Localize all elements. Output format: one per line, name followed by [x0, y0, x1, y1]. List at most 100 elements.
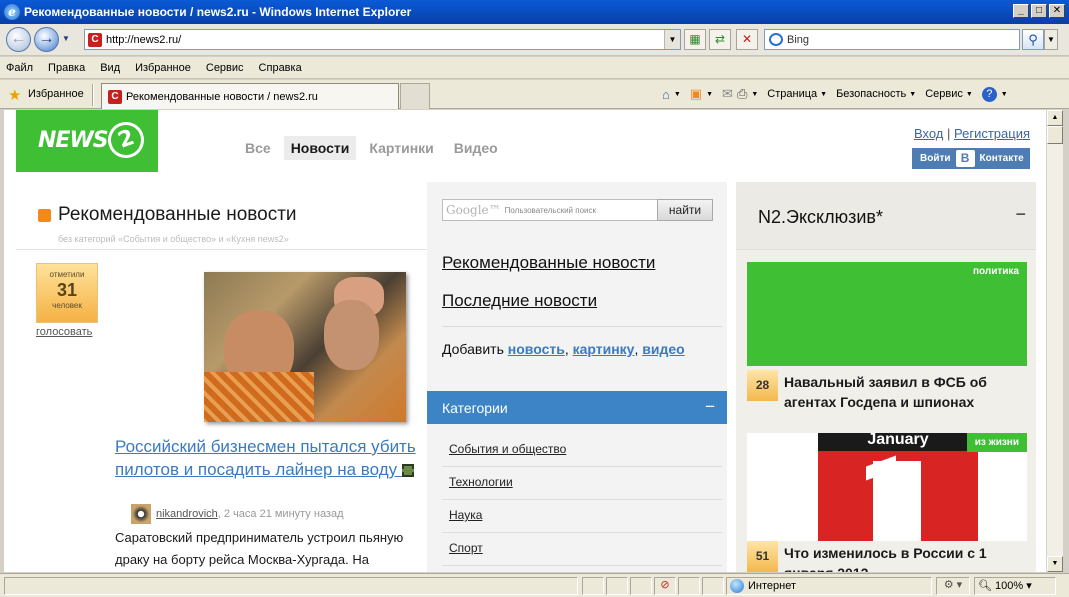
- stop-icon[interactable]: ✕: [736, 29, 758, 50]
- address-dropdown-button[interactable]: ▼: [664, 30, 680, 49]
- address-field[interactable]: С http://news2.ru/ ▼: [84, 29, 681, 50]
- recent-pages-dropdown[interactable]: ▼: [62, 34, 70, 43]
- feeds-icon[interactable]: ▣: [690, 86, 702, 102]
- popup-blocked-icon[interactable]: ⊘: [654, 577, 676, 595]
- search-options-dropdown[interactable]: ▼: [1044, 29, 1058, 50]
- print-icon[interactable]: ⎙: [737, 86, 747, 102]
- register-link[interactable]: Регистрация: [954, 126, 1030, 141]
- middle-column: Google™ Пользовательский поиск найти Рек…: [427, 182, 727, 572]
- site-logo[interactable]: NEWS 2: [16, 110, 158, 172]
- menu-tools[interactable]: Сервис: [206, 62, 244, 74]
- photo-detail: [324, 300, 379, 370]
- safety-menu-dropdown[interactable]: ▼: [909, 91, 916, 98]
- home-icon[interactable]: ⌂: [662, 87, 670, 102]
- refresh-icon[interactable]: ⇄: [709, 29, 731, 50]
- rss-icon[interactable]: [38, 208, 51, 222]
- author-avatar[interactable]: [131, 504, 151, 524]
- status-cell: [630, 577, 652, 595]
- search-icon[interactable]: ⚲: [1022, 29, 1044, 50]
- vkontakte-login-button[interactable]: Войти В Контакте: [912, 148, 1030, 169]
- address-toolbar: ← → ▼ С http://news2.ru/ ▼ ▦ ⇄ ✕ Bing ⚲ …: [0, 24, 1069, 56]
- nav-news[interactable]: Новости: [283, 136, 357, 160]
- browser-tab-active[interactable]: С Рекомендованные новости / news2.ru: [101, 83, 399, 109]
- categories-header[interactable]: Категории −: [427, 391, 727, 424]
- article-title-link[interactable]: Российский бизнесмен пытался убить пилот…: [115, 435, 425, 481]
- article-photo[interactable]: [204, 272, 406, 422]
- minimize-button[interactable]: _: [1013, 4, 1029, 18]
- page-menu-dropdown[interactable]: ▼: [820, 91, 827, 98]
- menu-edit[interactable]: Правка: [48, 62, 85, 74]
- status-text-area: [4, 577, 578, 595]
- nav-pictures[interactable]: Картинки: [362, 136, 440, 160]
- tools-menu-button[interactable]: Сервис: [925, 88, 963, 100]
- status-cell: [606, 577, 628, 595]
- zone-label: Интернет: [748, 580, 796, 592]
- vote-link[interactable]: голосовать: [36, 326, 92, 338]
- category-divider: [442, 499, 722, 500]
- home-dropdown[interactable]: ▼: [674, 91, 681, 98]
- forward-button[interactable]: →: [34, 27, 59, 52]
- close-button[interactable]: ✕: [1049, 4, 1065, 18]
- print-dropdown[interactable]: ▼: [751, 91, 758, 98]
- status-cell: [582, 577, 604, 595]
- safety-menu-button[interactable]: Безопасность: [836, 88, 906, 100]
- vertical-scrollbar[interactable]: ▲ ▼: [1046, 110, 1063, 572]
- maximize-button[interactable]: □: [1031, 4, 1047, 18]
- back-button[interactable]: ←: [6, 27, 31, 52]
- zoom-dropdown[interactable]: ▾: [1026, 580, 1032, 592]
- help-dropdown[interactable]: ▼: [1001, 91, 1008, 98]
- vote-badge: отметили 31 человек: [36, 263, 98, 323]
- category-sport[interactable]: Спорт: [449, 541, 483, 555]
- exclusive-card-title[interactable]: Навальный заявил в ФСБ об агентах Госдеп…: [784, 372, 1024, 412]
- scroll-up-button[interactable]: ▲: [1047, 110, 1063, 126]
- menu-favorites[interactable]: Избранное: [135, 62, 191, 74]
- menu-view[interactable]: Вид: [100, 62, 120, 74]
- latest-news-link[interactable]: Последние новости: [442, 291, 597, 311]
- new-tab-button[interactable]: [400, 83, 430, 109]
- author-link[interactable]: nikandrovich: [156, 508, 218, 520]
- menu-file[interactable]: Файл: [6, 62, 33, 74]
- tools-menu-dropdown[interactable]: ▼: [966, 91, 973, 98]
- login-link[interactable]: Вход: [914, 126, 943, 141]
- menu-help[interactable]: Справка: [259, 62, 302, 74]
- category-science[interactable]: Наука: [449, 508, 482, 522]
- scroll-thumb[interactable]: [1047, 126, 1063, 144]
- favorites-star-icon[interactable]: ★: [8, 86, 21, 104]
- exclusive-header: N2.Эксклюзив* −: [736, 182, 1036, 250]
- add-news-link[interactable]: новость: [508, 341, 565, 357]
- menu-bar: Файл Правка Вид Избранное Сервис Справка: [0, 57, 1069, 79]
- mail-icon[interactable]: ✉: [722, 86, 733, 102]
- site-search-button[interactable]: найти: [657, 199, 713, 221]
- search-input[interactable]: Bing: [764, 29, 1020, 50]
- nav-all[interactable]: Все: [238, 136, 278, 160]
- add-picture-link[interactable]: картинку: [573, 341, 635, 357]
- exclusive-card-title[interactable]: Что изменилось в России с 1 января 2012: [784, 543, 1024, 572]
- category-tag[interactable]: из жизни: [966, 433, 1027, 452]
- collapse-icon[interactable]: −: [1015, 204, 1026, 225]
- compatibility-view-icon[interactable]: ▦: [684, 29, 706, 50]
- security-zone: Интернет: [730, 579, 796, 593]
- exclusive-card-image[interactable]: January из жизни: [747, 433, 1027, 541]
- article-title[interactable]: Российский бизнесмен пытался убить пилот…: [115, 437, 416, 479]
- help-icon[interactable]: ?: [981, 86, 997, 102]
- category-tag[interactable]: политика: [964, 262, 1027, 281]
- exclusive-card-image[interactable]: политика: [747, 262, 1027, 366]
- vk-logo-icon: В: [955, 150, 975, 167]
- category-society[interactable]: События и общество: [449, 442, 566, 456]
- article-time: , 2 часа 21 минуту назад: [217, 508, 344, 520]
- add-content-block: Добавить новость, картинку, видео: [442, 341, 685, 357]
- collapse-icon[interactable]: −: [705, 397, 715, 417]
- protected-mode-icon[interactable]: ⚙ ▾: [936, 577, 970, 595]
- favorites-button[interactable]: Избранное: [28, 88, 84, 100]
- category-technology[interactable]: Технологии: [449, 475, 513, 489]
- site-search-input[interactable]: Google™ Пользовательский поиск: [442, 199, 658, 221]
- recommended-news-link[interactable]: Рекомендованные новости: [442, 253, 655, 273]
- zoom-level-button[interactable]: 🔍︎ 100% ▾: [978, 579, 1032, 592]
- page-menu-button[interactable]: Страница: [767, 88, 817, 100]
- scroll-down-button[interactable]: ▼: [1047, 556, 1063, 572]
- zoom-value: 100%: [995, 580, 1024, 592]
- add-video-link[interactable]: видео: [642, 341, 684, 357]
- feeds-dropdown[interactable]: ▼: [706, 91, 713, 98]
- nav-video[interactable]: Видео: [447, 136, 505, 160]
- address-url[interactable]: http://news2.ru/: [106, 34, 181, 46]
